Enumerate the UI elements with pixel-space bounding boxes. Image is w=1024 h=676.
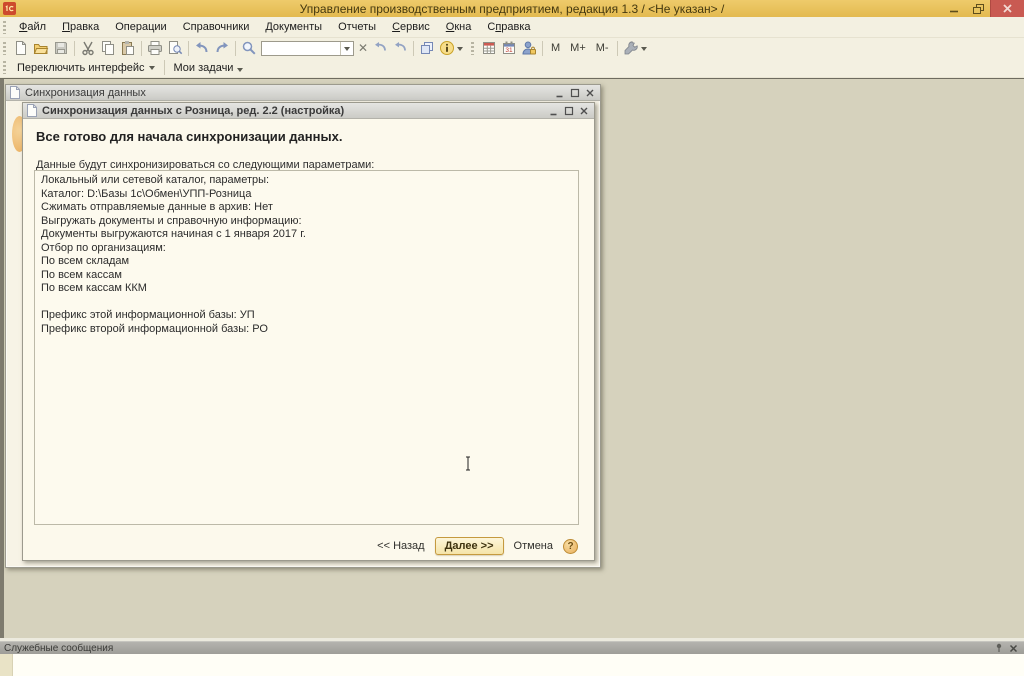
switch-interface-label: Переключить интерфейс [17,62,145,74]
info-icon[interactable] [437,39,457,57]
toolbar-grip-handle[interactable] [3,42,6,55]
menu-catalogs[interactable]: Справочники [175,18,258,36]
find-next-icon[interactable] [370,39,390,57]
memory-recall-button[interactable]: M [546,40,565,56]
menu-grip-handle[interactable] [3,21,6,34]
toolbar-separator [413,41,414,56]
paste-icon[interactable] [118,39,138,57]
sync-minimize-button[interactable] [552,86,567,99]
document-icon [26,104,38,117]
window-title: Управление производственным предприятием… [0,2,1024,16]
search-icon[interactable] [239,39,259,57]
application-window: Управление производственным предприятием… [0,0,1024,676]
menu-help[interactable]: Справка [479,18,538,36]
calendar-icon[interactable]: 31 [499,39,519,57]
sync-window-titlebar[interactable]: Синхронизация данных [6,85,600,101]
menu-service[interactable]: Сервис [384,18,438,36]
menu-documents[interactable]: Документы [257,18,330,36]
dialog-content: Все готово для начала синхронизации данн… [23,119,594,560]
document-icon [9,86,21,99]
my-tasks-button[interactable]: Мои задачи [168,58,250,77]
save-icon[interactable] [51,39,71,57]
menu-windows[interactable]: Окна [438,18,480,36]
svg-text:31: 31 [505,47,513,54]
help-button[interactable]: ? [563,539,578,554]
toolbar-separator [235,41,236,56]
switch-interface-caret [149,66,155,73]
wrench-dropdown-caret[interactable] [641,47,647,54]
info-dropdown-caret[interactable] [457,47,463,54]
menu-operations[interactable]: Операции [107,18,174,36]
new-document-icon[interactable] [11,39,31,57]
open-icon[interactable] [31,39,51,57]
find-prev-icon[interactable] [390,39,410,57]
calculator-icon[interactable] [479,39,499,57]
close-button[interactable] [990,0,1024,17]
sync-maximize-button[interactable] [567,86,582,99]
user-lock-icon[interactable] [519,39,539,57]
toolbar-grip-handle[interactable] [3,61,6,74]
undo-icon[interactable] [192,39,212,57]
toolbar-grip-handle[interactable] [471,42,474,55]
service-messages-content[interactable] [0,654,1024,676]
interface-toolbar: Переключить интерфейс Мои задачи [0,58,1024,78]
sync-settings-title: Синхронизация данных с Розница, ред. 2.2… [42,105,546,117]
dialog-minimize-button[interactable] [546,104,561,117]
title-bar: Управление производственным предприятием… [0,0,1024,17]
mdi-left-edge [0,79,4,639]
sync-settings-titlebar[interactable]: Синхронизация данных с Розница, ред. 2.2… [23,103,594,119]
print-preview-icon[interactable] [165,39,185,57]
windows-icon[interactable] [417,39,437,57]
restore-button[interactable] [966,0,990,17]
sync-window-title: Синхронизация данных [25,87,552,99]
wrench-icon[interactable] [621,39,641,57]
toolbar-separator [542,41,543,56]
standard-toolbar: ✕ 31 M M+ M- [0,38,1024,58]
dialog-close-button[interactable] [576,104,591,117]
memory-add-button[interactable]: M+ [565,40,591,56]
my-tasks-label: Мои задачи [174,62,234,74]
params-text-area[interactable]: Локальный или сетевой каталог, параметры… [34,170,579,525]
menu-edit[interactable]: Правка [54,18,107,36]
search-combobox [261,41,354,56]
switch-interface-button[interactable]: Переключить интерфейс [11,60,161,76]
service-messages-titlebar[interactable]: Служебные сообщения [0,641,1024,654]
wizard-heading: Все готово для начала синхронизации данн… [36,129,342,144]
menu-file[interactable]: Файл [11,18,54,36]
my-tasks-caret [237,68,243,75]
wizard-button-row: << Назад Далее >> Отмена ? [375,537,578,555]
search-clear-button[interactable]: ✕ [356,41,370,55]
copy-icon[interactable] [98,39,118,57]
redo-icon[interactable] [212,39,232,57]
print-icon[interactable] [145,39,165,57]
sync-close-button[interactable] [582,86,597,99]
text-cursor [464,456,472,474]
toolbar-separator [141,41,142,56]
toolbar-separator [74,41,75,56]
sync-settings-dialog: Синхронизация данных с Розница, ред. 2.2… [22,102,595,561]
search-dropdown-button[interactable] [340,42,353,55]
toolbar-separator [164,60,165,75]
menu-reports[interactable]: Отчеты [330,18,384,36]
toolbar-separator [188,41,189,56]
menu-bar: Файл Правка Операции Справочники Докумен… [0,17,1024,38]
search-input[interactable] [262,42,340,55]
back-button[interactable]: << Назад [375,538,426,554]
toolbar-separator [617,41,618,56]
minimize-button[interactable] [942,0,966,17]
cut-icon[interactable] [78,39,98,57]
service-messages-corner [0,654,13,676]
cancel-button[interactable]: Отмена [512,538,555,554]
mdi-workspace: Синхронизация данных Синхронизация данны… [0,78,1024,638]
next-button[interactable]: Далее >> [435,537,504,555]
service-messages-close-button[interactable] [1006,642,1020,654]
memory-subtract-button[interactable]: M- [591,40,614,56]
dialog-maximize-button[interactable] [561,104,576,117]
service-messages-title: Служебные сообщения [4,643,992,654]
pin-icon[interactable] [992,642,1006,654]
